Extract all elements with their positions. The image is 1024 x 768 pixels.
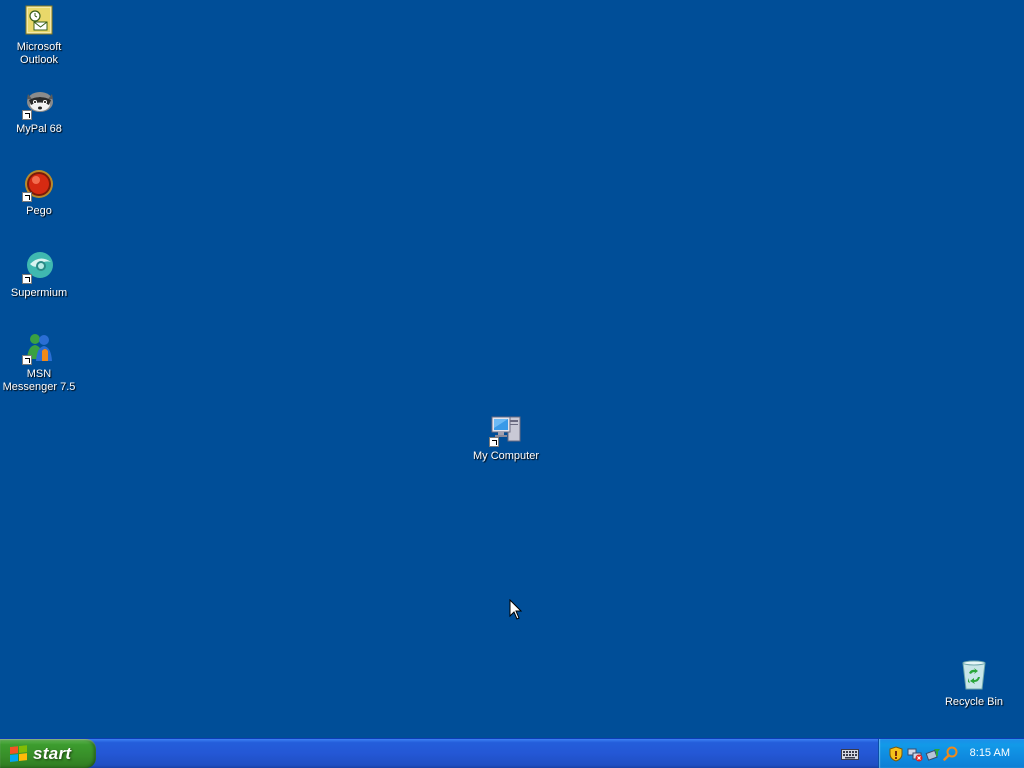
shortcut-arrow-icon <box>22 274 32 284</box>
desktop-icon-label: Supermium <box>10 287 68 299</box>
clock[interactable]: 8:15 AM <box>970 746 1010 760</box>
network-disconnected-icon[interactable] <box>907 746 923 762</box>
mouse-cursor-icon <box>509 599 523 620</box>
desktop-icon-supermium[interactable]: Supermium <box>1 250 77 300</box>
security-shield-icon[interactable] <box>888 746 904 762</box>
desktop-icon-mypal-68[interactable]: MyPal 68 <box>1 86 77 136</box>
outlook-icon <box>22 4 56 38</box>
desktop-icon-my-computer[interactable]: My Computer <box>468 413 544 463</box>
search-icon[interactable] <box>943 746 959 762</box>
desktop[interactable]: Microsoft Outlook MyPal 68 Pego Supermiu… <box>0 0 1024 738</box>
shortcut-arrow-icon <box>22 192 32 202</box>
desktop-icon-label: My Computer <box>472 450 540 462</box>
desktop-icon-label: Microsoft Outlook <box>16 41 62 66</box>
pego-icon <box>22 168 56 202</box>
mypal-icon <box>22 86 56 120</box>
my-computer-icon <box>489 413 523 447</box>
taskbar: start 8:15 AM <box>0 738 1024 768</box>
start-label: start <box>33 743 72 763</box>
safely-remove-hardware-icon[interactable] <box>925 746 941 762</box>
desktop-icon-msn-messenger[interactable]: MSN Messenger 7.5 <box>1 331 77 394</box>
keyboard-icon[interactable] <box>841 747 859 761</box>
desktop-icon-pego[interactable]: Pego <box>1 168 77 218</box>
windows-logo-icon <box>10 744 27 762</box>
desktop-icon-recycle-bin[interactable]: Recycle Bin <box>936 659 1012 709</box>
desktop-icon-label: Recycle Bin <box>944 696 1004 708</box>
desktop-icon-label: MSN Messenger 7.5 <box>2 368 76 393</box>
shortcut-arrow-icon <box>22 110 32 120</box>
recycle-bin-icon <box>957 659 991 693</box>
system-tray: 8:15 AM <box>878 739 1024 768</box>
supermium-icon <box>22 250 56 284</box>
desktop-icon-label: MyPal 68 <box>16 123 62 135</box>
shortcut-arrow-icon <box>489 437 499 447</box>
desktop-icon-microsoft-outlook[interactable]: Microsoft Outlook <box>1 4 77 67</box>
desktop-icon-label: Pego <box>26 205 52 217</box>
shortcut-arrow-icon <box>22 355 32 365</box>
msn-messenger-icon <box>22 331 56 365</box>
start-button[interactable]: start <box>0 739 96 768</box>
